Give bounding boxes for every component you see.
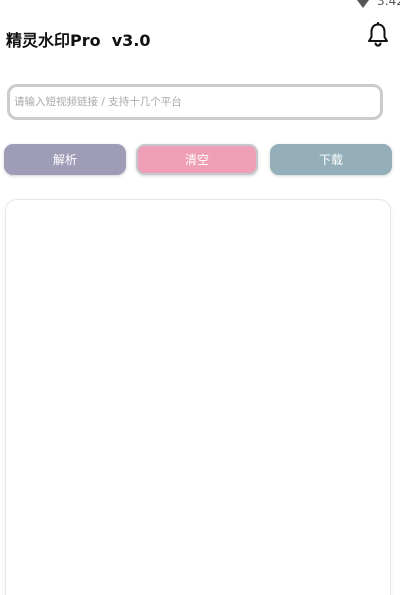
bell-icon[interactable] xyxy=(366,22,390,48)
clear-button-label: 清空 xyxy=(184,153,209,167)
result-panel xyxy=(5,199,391,595)
parse-button[interactable]: 解析 xyxy=(4,144,126,175)
clear-button[interactable]: 清空 xyxy=(136,144,258,175)
wifi-icon xyxy=(354,0,372,8)
url-input-container xyxy=(7,84,383,120)
download-button[interactable]: 下载 xyxy=(270,144,392,175)
status-time: 3:42 xyxy=(377,0,400,8)
url-input[interactable] xyxy=(14,90,374,114)
app-title: 精灵水印Pro v3.0 xyxy=(6,31,151,50)
status-bar: 3:42 xyxy=(0,0,400,10)
download-button-label: 下载 xyxy=(318,153,343,167)
parse-button-label: 解析 xyxy=(52,153,77,167)
app-screen: 3:42 精灵水印Pro v3.0 解析 清空 下载 xyxy=(0,0,400,595)
